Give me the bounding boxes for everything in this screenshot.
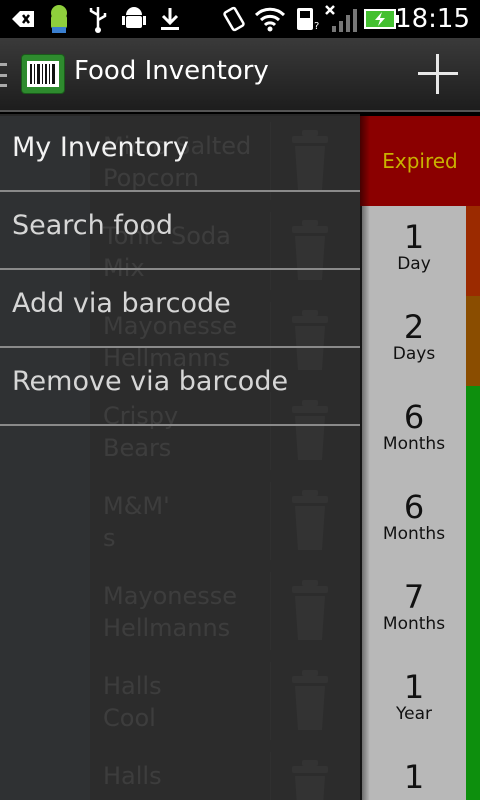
clock: 18:15 (395, 4, 470, 34)
expiry-unit: Months (382, 434, 446, 454)
expiry-unit: Months (382, 614, 446, 634)
freshness-stripe (466, 476, 480, 566)
app-title: Food Inventory (74, 56, 269, 86)
expiry-unit: Months (382, 524, 446, 544)
expiry-countdown: 2 Days (362, 296, 466, 386)
drawer-item-add-via-barcode[interactable]: Add via barcode (0, 270, 360, 348)
drawer-item-my-inventory[interactable]: My Inventory (0, 114, 360, 192)
freshness-stripe (466, 296, 480, 386)
no-signal-icon (324, 5, 358, 33)
action-bar: Food Inventory (0, 38, 480, 112)
expiry-number: 6 (403, 398, 425, 436)
drawer-item-search-food[interactable]: Search food (0, 192, 360, 270)
expiry-countdown: 7 Months (362, 566, 466, 656)
expiry-countdown: 1 Day (362, 206, 466, 296)
navigation-drawer: My Inventory Search food Add via barcode… (0, 114, 360, 800)
freshness-stripe (466, 386, 480, 476)
expiry-countdown: 1 Year (362, 656, 466, 746)
expiry-number: 2 (403, 308, 425, 346)
barcode-icon[interactable] (21, 54, 65, 94)
sd-card-icon: ? (294, 5, 320, 33)
android-icon (44, 5, 74, 33)
expiry-unit: Year (396, 704, 432, 724)
expiry-countdown: 6 Months (362, 476, 466, 566)
vibrate-icon (220, 5, 248, 33)
usb-icon (86, 5, 110, 33)
usb-debug-icon (10, 5, 36, 33)
drawer-item-remove-via-barcode[interactable]: Remove via barcode (0, 348, 360, 426)
expiry-number: 6 (403, 488, 425, 526)
freshness-stripe (466, 566, 480, 656)
wifi-icon (254, 5, 286, 33)
expired-badge: Expired (360, 116, 480, 206)
expiry-number: 1 (403, 758, 425, 796)
freshness-stripe (466, 206, 480, 296)
download-icon (158, 5, 182, 33)
expiry-number: 1 (403, 218, 425, 256)
svg-text:?: ? (314, 21, 319, 32)
plus-icon[interactable] (418, 54, 458, 94)
expiry-unit: Day (397, 254, 431, 274)
freshness-stripe (466, 746, 480, 800)
drawer-item-label: My Inventory (12, 132, 189, 163)
expiry-number: 7 (403, 578, 425, 616)
drawer-item-label: Add via barcode (12, 288, 231, 319)
expiry-countdown: 1 (362, 746, 466, 800)
drawer-item-label: Search food (12, 210, 174, 241)
status-bar: ? 18:15 (0, 0, 480, 38)
drawer-indicator-icon[interactable] (0, 63, 8, 87)
android-robot-icon (122, 5, 146, 33)
freshness-stripe (466, 656, 480, 746)
drawer-shadow (360, 114, 370, 800)
drawer-item-label: Remove via barcode (12, 366, 289, 397)
expiry-unit: Days (392, 344, 436, 364)
expiry-number: 1 (403, 668, 425, 706)
expiry-countdown: 6 Months (362, 386, 466, 476)
